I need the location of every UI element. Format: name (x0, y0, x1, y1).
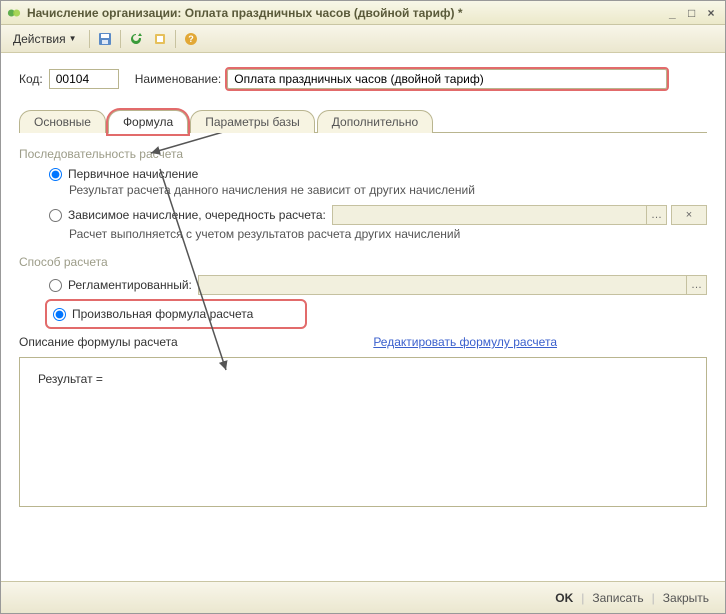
tab-formula[interactable]: Формула (108, 110, 188, 134)
separator (120, 30, 121, 48)
radio-primary[interactable] (49, 168, 62, 181)
method-section-title: Способ расчета (19, 255, 707, 269)
radio-primary-row: Первичное начисление (49, 167, 707, 181)
name-input[interactable] (227, 69, 667, 89)
radio-dependent-row: Зависимое начисление, очередность расчет… (49, 205, 707, 225)
radio-dependent[interactable] (49, 209, 62, 222)
radio-regulated[interactable] (49, 279, 62, 292)
ellipsis-icon[interactable]: … (646, 206, 666, 224)
radio-primary-desc: Результат расчета данного начисления не … (69, 183, 707, 197)
regulated-field[interactable]: … (198, 275, 707, 295)
separator (89, 30, 90, 48)
close-button[interactable]: × (703, 6, 719, 20)
radio-regulated-label: Регламентированный: (68, 278, 192, 292)
sequence-section-title: Последовательность расчета (19, 147, 707, 161)
radio-primary-label: Первичное начисление (68, 167, 198, 181)
header-row: Код: Наименование: (19, 69, 707, 89)
maximize-button[interactable]: □ (684, 6, 700, 20)
separator: | (581, 591, 584, 605)
minimize-button[interactable]: _ (664, 6, 680, 20)
actions-label: Действия (13, 32, 66, 46)
tab-additional[interactable]: Дополнительно (317, 110, 433, 133)
save-button[interactable]: Записать (588, 589, 647, 607)
edit-formula-link[interactable]: Редактировать формулу расчета (373, 335, 557, 349)
ok-button[interactable]: OK (551, 589, 577, 607)
titlebar: Начисление организации: Оплата праздничн… (1, 1, 725, 25)
ellipsis-icon[interactable]: … (686, 276, 706, 294)
code-label: Код: (19, 72, 43, 86)
actions-menu[interactable]: Действия ▼ (7, 30, 83, 48)
svg-text:?: ? (188, 34, 194, 44)
footer: OK | Записать | Закрыть (1, 581, 725, 613)
close-icon[interactable]: × (672, 206, 706, 224)
window-controls: _ □ × (664, 6, 719, 20)
close-window-button[interactable]: Закрыть (659, 589, 713, 607)
refresh-icon[interactable] (127, 30, 145, 48)
radio-dependent-desc: Расчет выполняется с учетом результатов … (69, 227, 707, 241)
toolbar: Действия ▼ ? (1, 25, 725, 53)
separator (175, 30, 176, 48)
window: Начисление организации: Оплата праздничн… (0, 0, 726, 614)
window-title: Начисление организации: Оплата праздничн… (27, 6, 664, 20)
radio-dependent-label: Зависимое начисление, очередность расчет… (68, 208, 326, 222)
chevron-down-icon: ▼ (69, 34, 77, 43)
settings-icon[interactable] (151, 30, 169, 48)
app-icon (7, 6, 21, 20)
radio-custom[interactable] (53, 308, 66, 321)
formula-body: Результат = (19, 357, 707, 507)
formula-header: Описание формулы расчета Редактировать ф… (19, 335, 707, 349)
name-label: Наименование: (135, 72, 222, 86)
help-icon[interactable]: ? (182, 30, 200, 48)
radio-custom-label: Произвольная формула расчета (72, 307, 253, 321)
radio-regulated-row: Регламентированный: … (49, 275, 707, 295)
formula-label: Описание формулы расчета (19, 335, 178, 349)
tab-main[interactable]: Основные (19, 110, 106, 133)
clear-field-button[interactable]: × (671, 205, 707, 225)
content: Код: Наименование: Основные Формула Пара… (1, 53, 725, 581)
tab-base-params[interactable]: Параметры базы (190, 110, 315, 133)
separator: | (652, 591, 655, 605)
tabs: Основные Формула Параметры базы Дополнит… (19, 109, 707, 133)
code-input[interactable] (49, 69, 119, 89)
dependent-order-field[interactable]: … (332, 205, 667, 225)
save-icon[interactable] (96, 30, 114, 48)
formula-text: Результат = (38, 372, 103, 386)
radio-custom-row: Произвольная формула расчета (49, 303, 707, 325)
